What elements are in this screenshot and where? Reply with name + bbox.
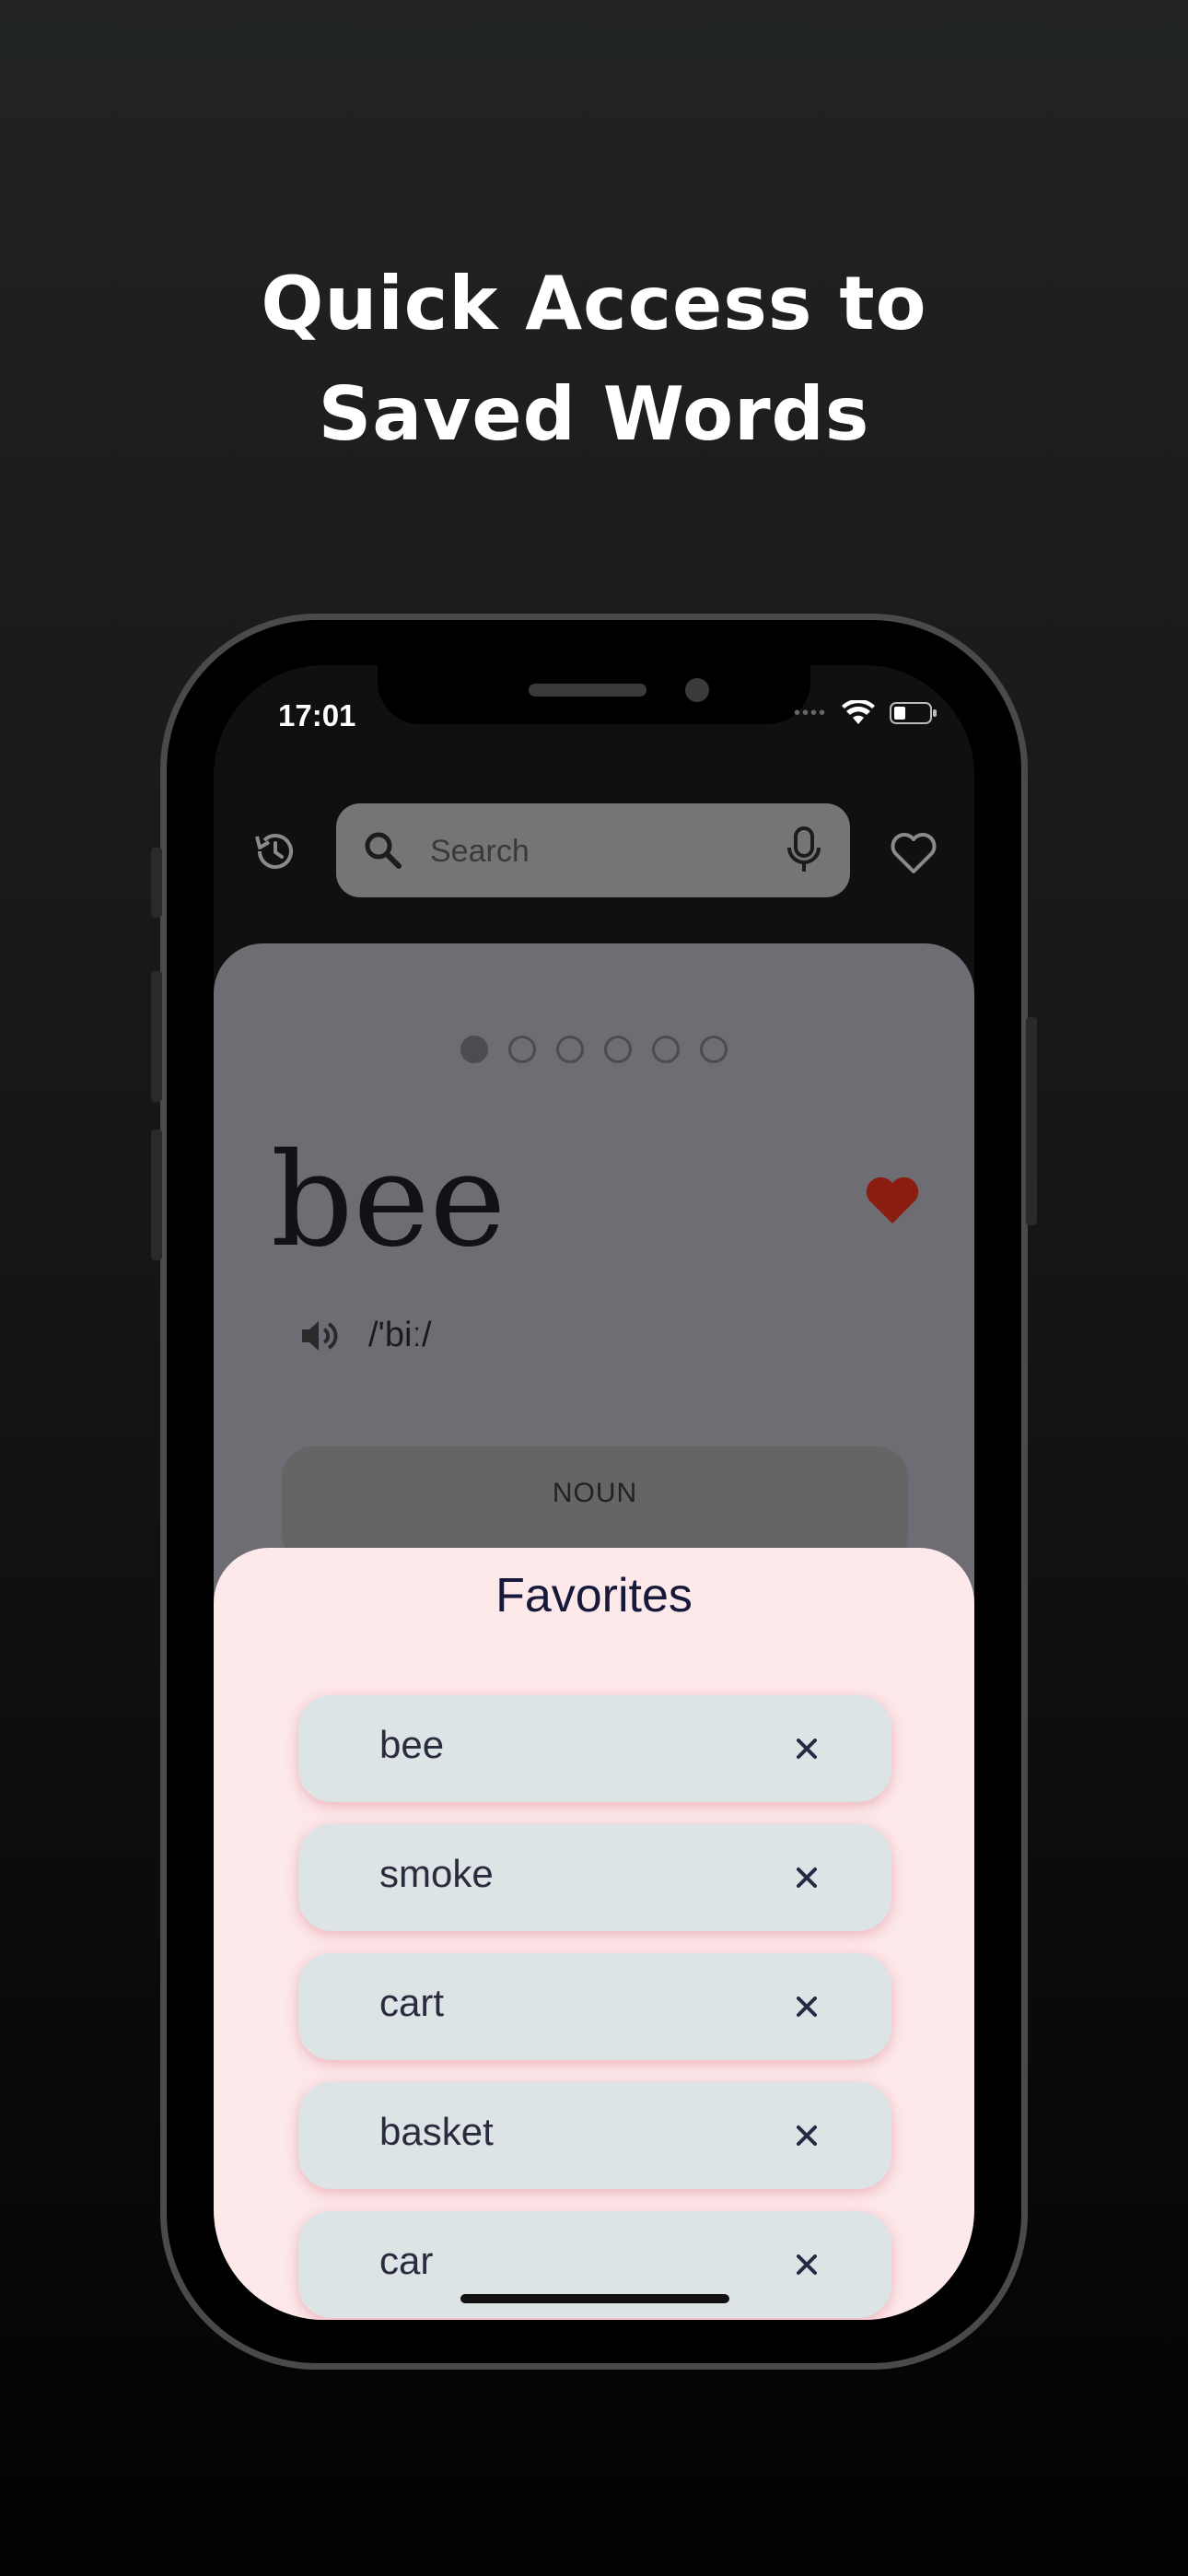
earpiece-speaker <box>529 684 646 697</box>
side-button-power <box>1026 1017 1037 1225</box>
pager-dot[interactable] <box>604 1036 632 1063</box>
microphone-icon[interactable] <box>784 825 824 875</box>
speaker-icon[interactable] <box>297 1314 341 1358</box>
pager-dots <box>214 1036 974 1063</box>
favorite-item[interactable]: bee <box>298 1695 891 1802</box>
part-of-speech-label: NOUN <box>552 1478 638 1508</box>
favorite-item[interactable]: smoke <box>298 1824 891 1931</box>
wifi-icon <box>842 700 875 724</box>
side-button-volume-down <box>151 1130 162 1260</box>
close-icon[interactable] <box>788 2117 825 2154</box>
favorites-title: Favorites <box>495 1569 693 1622</box>
favorites-button[interactable] <box>888 827 939 879</box>
heart-outline-icon <box>891 833 937 873</box>
notch <box>378 665 810 724</box>
history-icon <box>255 834 293 870</box>
status-time: 17:01 <box>278 698 356 732</box>
top-bar <box>214 803 974 899</box>
status-icons: •••• <box>794 700 938 726</box>
favorites-list: bee smoke cart basket car <box>298 1695 891 2320</box>
search-icon <box>365 832 402 869</box>
close-icon[interactable] <box>788 1730 825 1767</box>
search-input[interactable] <box>428 827 782 875</box>
favorite-item[interactable]: cart <box>298 1953 891 2060</box>
favorite-word: bee <box>379 1723 445 1766</box>
pager-dot[interactable] <box>460 1036 488 1063</box>
front-camera <box>685 678 709 702</box>
cellular-icon: •••• <box>793 702 827 723</box>
side-button-volume-up <box>151 971 162 1102</box>
side-button-mute <box>151 848 162 918</box>
search-bar[interactable] <box>336 803 850 897</box>
pager-dot[interactable] <box>556 1036 584 1063</box>
close-icon[interactable] <box>788 1859 825 1896</box>
favorite-word: cart <box>379 1981 445 2024</box>
heart-filled-icon[interactable] <box>864 1174 921 1227</box>
marketing-headline: Quick Access to Saved Words <box>0 249 1188 470</box>
favorites-sheet: Favorites bee smoke cart basket car <box>214 1548 974 2320</box>
phonetic-text: /'biː/ <box>368 1316 432 1354</box>
pager-dot[interactable] <box>700 1036 728 1063</box>
close-icon[interactable] <box>788 2246 825 2283</box>
favorite-word: basket <box>379 2110 494 2153</box>
headline-line-2: Saved Words <box>318 371 870 457</box>
headline-line-1: Quick Access to <box>261 261 927 346</box>
phone-screen: 17:01 •••• Search bee /'biː/ NOUN Favori… <box>214 665 974 2320</box>
history-button[interactable] <box>249 825 300 877</box>
word-title: bee <box>271 1126 507 1276</box>
battery-icon <box>890 702 937 724</box>
pager-dot[interactable] <box>508 1036 536 1063</box>
close-icon[interactable] <box>788 1988 825 2025</box>
favorite-word: car <box>379 2239 434 2282</box>
pager-dot[interactable] <box>652 1036 680 1063</box>
favorite-item[interactable]: basket <box>298 2082 891 2189</box>
favorite-word: smoke <box>379 1852 494 1895</box>
home-indicator[interactable] <box>460 2294 729 2303</box>
